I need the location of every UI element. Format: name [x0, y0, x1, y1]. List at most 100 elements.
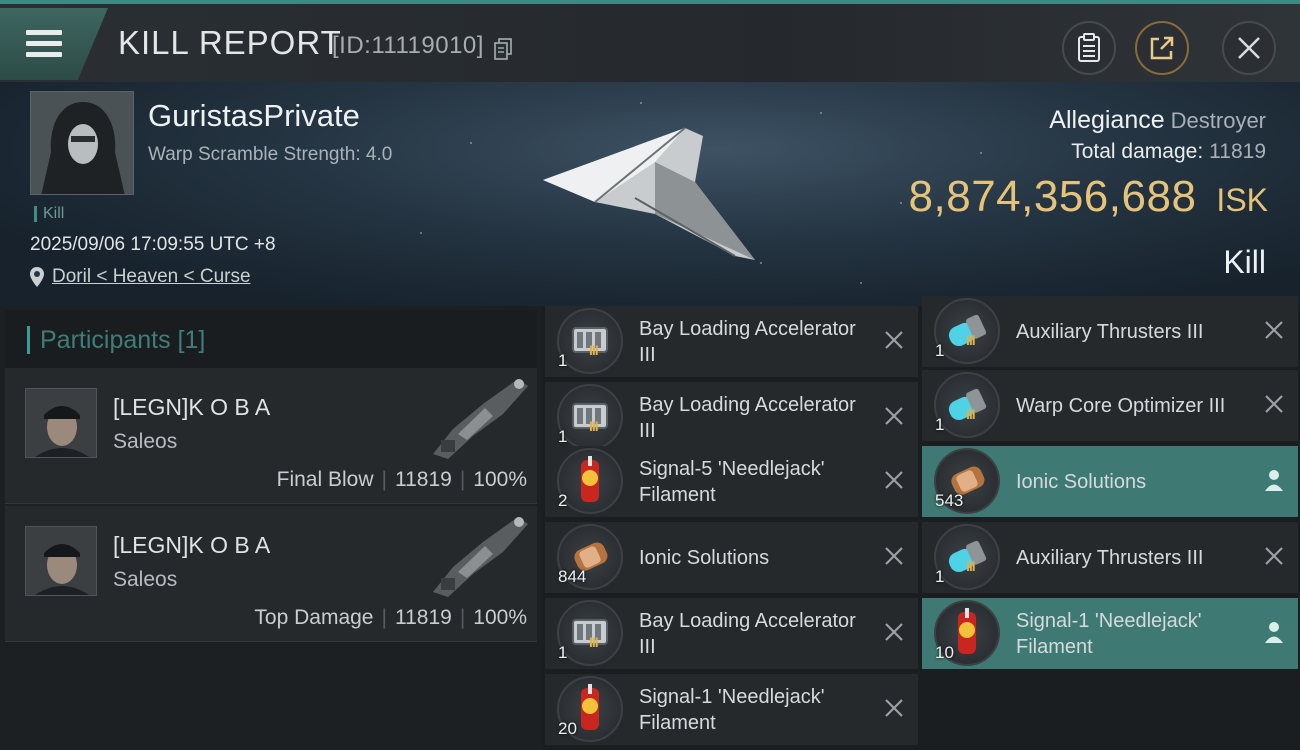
item-quantity: 844 [558, 567, 587, 586]
tier-icon: III [589, 634, 599, 650]
tier-icon: III [966, 406, 976, 422]
close-icon[interactable] [1262, 544, 1286, 568]
total-damage-row: Total damage: 11819 [1071, 140, 1266, 164]
tier-icon: III [589, 418, 599, 434]
allegiance-row: Allegiance Destroyer [1049, 106, 1266, 135]
participant-row[interactable]: [LEGN]K O B A Saleos Final Blow | 11819 | 10… [5, 368, 537, 504]
total-damage-value: 11819 [1209, 140, 1266, 163]
close-button[interactable] [1222, 21, 1276, 75]
kill-tag: Kill [34, 206, 64, 222]
participants-title: Participants [1] [27, 326, 205, 354]
close-icon[interactable] [882, 404, 906, 428]
item-name: Auxiliary Thrusters III [1016, 321, 1204, 343]
location-pin-icon [30, 267, 44, 287]
clipboard-icon [1078, 33, 1100, 62]
victim-ship-image [543, 127, 755, 260]
participants-panel: Participants [1] [LEGN]K O B A Saleos Fi… [0, 306, 541, 750]
item-name: Bay Loading Accelerator III [639, 394, 856, 442]
participant-ship: Saleos [113, 568, 178, 591]
participants-header: Participants [1] [5, 310, 537, 370]
item-quantity: 1 [935, 341, 945, 360]
allegiance-value: Destroyer [1170, 108, 1266, 133]
page-title: KILL REPORT [118, 24, 342, 61]
close-icon[interactable] [882, 328, 906, 352]
isk-value-row: 8,874,356,688 ISK [909, 172, 1268, 222]
item-row[interactable]: III 1 Auxiliary Thrusters III [922, 522, 1298, 594]
victim-banner: GuristasPrivate Warp Scramble Strength: … [0, 82, 1300, 306]
clipboard-button[interactable] [1062, 21, 1116, 75]
close-icon [1238, 37, 1260, 59]
item-quantity: 20 [558, 719, 577, 738]
participant-stats: Final Blow | 11819 | 100% [276, 468, 527, 491]
item-quantity: 1 [935, 415, 945, 434]
item-name: Warp Core Optimizer III [1016, 395, 1226, 417]
participant-ship-image [433, 379, 528, 459]
close-icon[interactable] [1262, 318, 1286, 342]
close-icon[interactable] [1262, 392, 1286, 416]
isk-unit: ISK [1216, 182, 1268, 218]
participant-role: Top Damage [254, 606, 374, 629]
participant-row[interactable]: [LEGN]K O B A Saleos Top Damage | 11819 | 10… [5, 506, 537, 642]
item-row[interactable]: 10 Signal-1 'Needlejack' Filament [922, 598, 1298, 670]
item-name: Signal-1 'Needlejack' Filament [639, 686, 825, 734]
item-row[interactable]: 543 Ionic Solutions [922, 446, 1298, 518]
copy-icon[interactable] [494, 38, 512, 60]
item-name: Ionic Solutions [1016, 471, 1147, 493]
item-quantity: 1 [558, 643, 568, 662]
item-row[interactable]: III 1 Bay Loading Accelerator III [545, 306, 918, 378]
tier-icon: III [966, 558, 976, 574]
location-text: Doril < Heaven < Curse [52, 266, 251, 287]
menu-button[interactable] [0, 8, 108, 80]
tier-icon: III [589, 342, 599, 358]
header-bar: KILL REPORT [ID:11119010] [0, 0, 1300, 82]
item-quantity: 543 [935, 491, 964, 510]
victim-portrait[interactable] [30, 91, 134, 195]
person-icon [1265, 470, 1283, 491]
item-name: Bay Loading Accelerator III [639, 610, 856, 658]
avatar [25, 526, 97, 596]
item-name: Signal-1 'Needlejack' Filament [1016, 610, 1202, 658]
item-row[interactable]: 20 Signal-1 'Needlejack' Filament [545, 674, 918, 746]
total-damage-label: Total damage: [1071, 140, 1204, 163]
item-name: Ionic Solutions [639, 547, 770, 569]
item-row[interactable]: III 1 Auxiliary Thrusters III [922, 296, 1298, 368]
isk-value: 8,874,356,688 [908, 172, 1197, 221]
item-row[interactable]: III 1 Warp Core Optimizer III [922, 370, 1298, 442]
close-icon[interactable] [882, 620, 906, 644]
item-quantity: 1 [558, 351, 568, 370]
item-row[interactable]: III 1 Bay Loading Accelerator III [545, 382, 918, 454]
person-icon [1265, 622, 1283, 643]
participant-name: [LEGN]K O B A [113, 394, 271, 420]
item-row[interactable]: 2 Signal-5 'Needlejack' Filament [545, 446, 918, 518]
participant-percent: 100% [473, 468, 527, 491]
kill-timestamp: 2025/09/06 17:09:55 UTC +8 [30, 234, 276, 255]
close-icon[interactable] [882, 544, 906, 568]
share-icon [1150, 36, 1174, 60]
item-name: Auxiliary Thrusters III [1016, 547, 1204, 569]
participant-role: Final Blow [276, 468, 374, 491]
item-row[interactable]: III 1 Bay Loading Accelerator III [545, 598, 918, 670]
item-row[interactable]: 844 Ionic Solutions [545, 522, 918, 594]
participant-ship: Saleos [113, 430, 178, 453]
avatar [25, 388, 97, 458]
participant-damage: 11819 [394, 606, 452, 629]
allegiance-label: Allegiance [1049, 106, 1165, 134]
share-button[interactable] [1135, 21, 1189, 75]
participant-ship-image [433, 517, 528, 597]
close-icon[interactable] [882, 468, 906, 492]
kill-id: [ID:11119010] [332, 32, 484, 59]
location-link[interactable]: Doril < Heaven < Curse [30, 266, 251, 288]
close-icon[interactable] [882, 696, 906, 720]
item-quantity: 1 [558, 427, 568, 446]
item-quantity: 10 [935, 643, 954, 662]
tier-icon: III [966, 332, 976, 348]
result-label: Kill [1223, 244, 1266, 280]
participant-name: [LEGN]K O B A [113, 532, 271, 558]
participant-damage: 11819 [394, 468, 452, 491]
item-name: Bay Loading Accelerator III [639, 318, 856, 366]
participant-stats: Top Damage | 11819 | 100% [254, 606, 527, 629]
item-quantity: 2 [558, 491, 568, 510]
item-quantity: 1 [935, 567, 945, 586]
participant-percent: 100% [473, 606, 527, 629]
victim-name: GuristasPrivate [148, 98, 360, 133]
